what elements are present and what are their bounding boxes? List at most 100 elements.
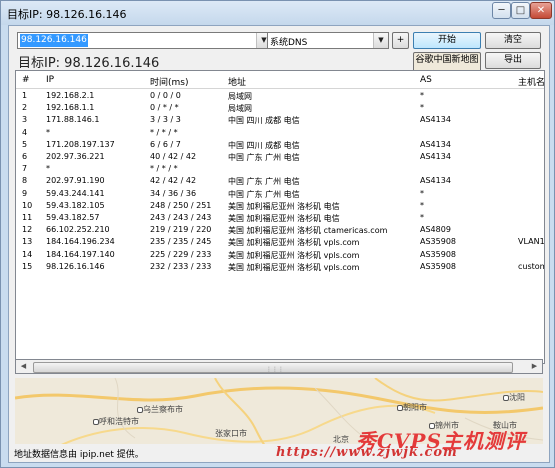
cell-index: 3	[22, 115, 28, 125]
cell-time: 42 / 42 / 42	[150, 176, 197, 186]
cell-address: 局域网	[228, 92, 252, 101]
column-header-as[interactable]: AS	[420, 75, 432, 85]
table-row[interactable]: 9 59.43.244.141 34 / 36 / 36 中国 广东 广州 电信 *	[16, 188, 544, 200]
list-header: # IP 时间(ms) 地址 AS 主机名	[16, 71, 544, 89]
app-window: 目标IP: 98.126.16.146 ─ □ ✕ 98.126.16.146 …	[0, 0, 555, 468]
cell-index: 7	[22, 164, 28, 174]
cell-hostname: VLAN10	[518, 237, 545, 247]
table-row[interactable]: 1 192.168.2.1 0 / 0 / 0 局域网 *	[16, 90, 544, 102]
table-row[interactable]: 10 59.43.182.105 248 / 250 / 251 美国 加利福尼亚州 …	[16, 200, 544, 212]
clear-button[interactable]: 清空	[485, 32, 541, 49]
cell-time: 235 / 235 / 245	[150, 237, 212, 247]
cell-address: 中国 广东 广州 电信	[228, 189, 300, 199]
cell-ip: 59.43.182.105	[46, 200, 105, 210]
table-row[interactable]: 14 184.164.197.140 225 / 229 / 233 美国 加利福尼亚…	[16, 249, 544, 261]
cell-index: 2	[22, 103, 28, 113]
map-marker	[93, 419, 99, 425]
cell-time: 6 / 6 / 7	[150, 139, 181, 149]
cell-ip: 184.164.197.140	[46, 249, 115, 259]
chevron-down-icon[interactable]: ▼	[373, 33, 388, 48]
add-dns-button[interactable]: +	[392, 32, 409, 49]
target-ip-label: 目标IP: 98.126.16.146	[18, 56, 160, 71]
table-row[interactable]: 8 202.97.91.190 42 / 42 / 42 中国 广东 广州 电信 AS4…	[16, 175, 544, 187]
column-header-address[interactable]: 地址	[228, 75, 246, 88]
dns-select[interactable]: 系统DNS ▼	[267, 32, 389, 49]
cell-address: 美国 加利福尼亚州 洛杉矶 vpls.com	[228, 262, 360, 272]
cell-time: * / * / *	[150, 127, 178, 137]
table-row[interactable]: 6 202.97.36.221 40 / 42 / 42 中国 广东 广州 电信 AS4…	[16, 151, 544, 163]
cell-ip: 192.168.1.1	[46, 103, 95, 113]
cell-ip: 202.97.36.221	[46, 152, 105, 161]
export-button[interactable]: 导出	[485, 52, 541, 69]
minimize-button[interactable]: ─	[492, 2, 511, 19]
table-row[interactable]: 7 * * / * / *	[16, 163, 544, 175]
table-row[interactable]: 12 66.102.252.210 219 / 219 / 220 美国 加利福尼亚州…	[16, 224, 544, 236]
scroll-left-icon[interactable]: ◀	[16, 360, 31, 373]
column-header-time[interactable]: 时间(ms)	[150, 75, 188, 88]
trace-results-list[interactable]: # IP 时间(ms) 地址 AS 主机名 1 192.168.2.1 0 / 0 …	[15, 70, 545, 364]
cell-index: 15	[22, 261, 33, 271]
cell-ip: 184.164.196.234	[46, 237, 115, 247]
cell-ip: 66.102.252.210	[46, 225, 110, 235]
table-row[interactable]: 4 * * / * / *	[16, 127, 544, 139]
start-button[interactable]: 开始	[413, 32, 481, 49]
cell-index: 4	[22, 127, 28, 137]
cell-as: AS4134	[420, 115, 451, 125]
cell-time: * / * / *	[150, 164, 178, 174]
table-row[interactable]: 15 98.126.16.146 232 / 233 / 233 美国 加利福尼亚州 …	[16, 261, 544, 273]
cell-time: 225 / 229 / 233	[150, 249, 212, 259]
cell-ip: 171.88.146.1	[46, 115, 100, 125]
cell-index: 9	[22, 188, 28, 198]
cell-time: 0 / 0 / 0	[150, 91, 181, 100]
cell-address: 局域网	[228, 104, 252, 114]
cell-address: 美国 加利福尼亚州 洛杉矶 vpls.com	[228, 250, 360, 260]
maximize-button[interactable]: □	[511, 2, 530, 19]
map-marker	[397, 405, 403, 411]
cell-address: 中国 广东 广州 电信	[228, 153, 300, 162]
column-header-hostname[interactable]: 主机名	[518, 75, 544, 88]
cell-time: 0 / * / *	[150, 103, 179, 113]
status-text: 地址数据信息由 ipip.net 提供。	[14, 450, 144, 460]
cell-time: 243 / 243 / 243	[150, 213, 212, 222]
table-row[interactable]: 2 192.168.1.1 0 / * / * 局域网 *	[16, 102, 544, 114]
scroll-right-icon[interactable]: ▶	[527, 360, 542, 373]
table-row[interactable]: 5 171.208.197.137 6 / 6 / 7 中国 四川 成都 电信 AS41…	[16, 139, 544, 151]
cell-address: 美国 加利福尼亚州 洛杉矶 电信	[228, 214, 340, 223]
dns-select-value: 系统DNS	[270, 38, 308, 48]
cell-index: 8	[22, 176, 28, 186]
cell-ip: 171.208.197.137	[46, 139, 115, 149]
cell-index: 14	[22, 249, 33, 259]
cell-ip: 59.43.182.57	[46, 213, 100, 222]
column-header-ip[interactable]: IP	[46, 75, 54, 85]
cell-time: 3 / 3 / 3	[150, 115, 181, 125]
window-title: 目标IP: 98.126.16.146	[7, 8, 127, 21]
title-bar[interactable]: 目标IP: 98.126.16.146 ─ □ ✕	[1, 1, 554, 25]
cell-as: AS4134	[420, 176, 451, 186]
client-area: 98.126.16.146 ▼ 系统DNS ▼ + 开始 清空 谷歌中国新地图 …	[8, 25, 550, 463]
cell-as: AS4134	[420, 152, 451, 161]
cell-time: 248 / 250 / 251	[150, 200, 212, 210]
scrollbar-thumb[interactable]: ⋮⋮⋮	[33, 362, 513, 373]
target-input-value[interactable]: 98.126.16.146	[20, 34, 88, 47]
table-row[interactable]: 13 184.164.196.234 235 / 235 / 245 美国 加利福尼亚…	[16, 236, 544, 248]
cell-ip: *	[46, 127, 50, 137]
close-button[interactable]: ✕	[530, 2, 552, 19]
horizontal-scrollbar[interactable]: ◀ ⋮⋮⋮ ▶	[15, 359, 543, 374]
map-city-label: 乌兰察布市	[143, 405, 183, 414]
cell-as: *	[420, 200, 424, 210]
cell-as: AS35908	[420, 261, 456, 271]
cell-ip: 59.43.244.141	[46, 188, 105, 198]
column-header-index[interactable]: #	[22, 75, 30, 85]
map-city-label: 沈阳	[509, 393, 525, 402]
map-city-label: 朝阳市	[403, 403, 427, 412]
cell-ip: 98.126.16.146	[46, 261, 105, 271]
grip-icon: ⋮⋮⋮	[266, 366, 284, 373]
watermark-url: https://www.zjwjk.com	[276, 445, 458, 460]
cell-time: 40 / 42 / 42	[150, 152, 197, 161]
cell-index: 12	[22, 225, 33, 235]
table-row[interactable]: 11 59.43.182.57 243 / 243 / 243 美国 加利福尼亚州 洛…	[16, 212, 544, 224]
cell-ip: 192.168.2.1	[46, 91, 95, 100]
target-combobox[interactable]: 98.126.16.146 ▼	[17, 32, 272, 49]
table-row[interactable]: 3 171.88.146.1 3 / 3 / 3 中国 四川 成都 电信 AS4134	[16, 114, 544, 126]
cell-as: *	[420, 213, 424, 222]
